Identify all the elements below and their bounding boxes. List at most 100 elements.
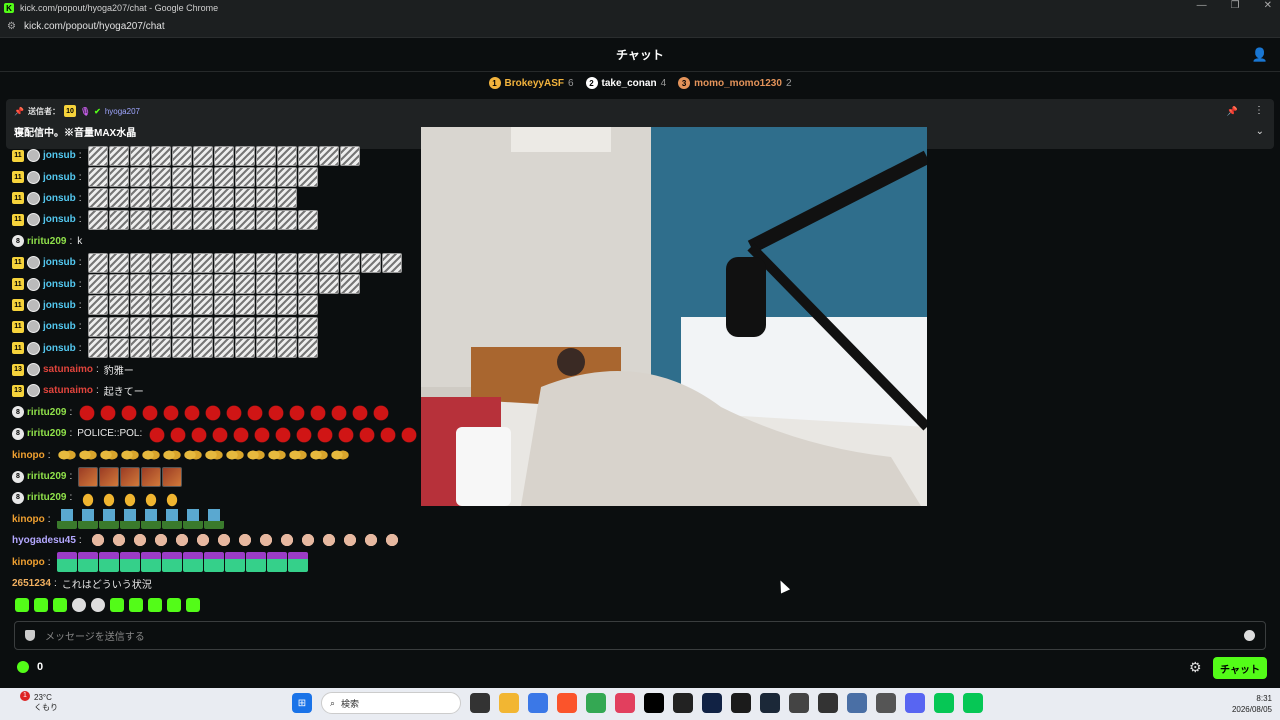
face-emote-icon[interactable] <box>150 338 171 359</box>
face-emote-icon[interactable] <box>297 145 318 166</box>
face-emote-icon[interactable] <box>339 252 360 273</box>
restore-icon[interactable]: ❐ <box>1231 0 1240 11</box>
emote-icon[interactable] <box>34 598 48 612</box>
face-emote-icon[interactable] <box>171 188 192 209</box>
chat-message[interactable]: kinopo: <box>12 444 432 466</box>
chat-message[interactable]: 11 jonsub: <box>12 188 432 209</box>
brick-emote-icon[interactable] <box>120 466 141 487</box>
apple-emote-icon[interactable] <box>246 402 267 423</box>
kick-emote-icon[interactable] <box>203 552 224 573</box>
discord-icon[interactable] <box>905 693 925 713</box>
face-emote-icon[interactable] <box>87 167 108 188</box>
chat-message[interactable]: 8 riritu209: <box>12 402 432 423</box>
chat-username[interactable]: hyogadesu45 <box>12 535 76 546</box>
kick-emote-icon[interactable] <box>56 552 77 573</box>
croc-emote-icon[interactable] <box>182 509 203 530</box>
face-emote-icon[interactable] <box>234 338 255 359</box>
face-emote-icon[interactable] <box>213 252 234 273</box>
face-emote-icon[interactable] <box>276 209 297 230</box>
apple-emote-icon[interactable] <box>274 423 295 444</box>
face-emote-icon[interactable] <box>213 209 234 230</box>
butter-emote-icon[interactable] <box>287 445 308 466</box>
face-emote-icon[interactable] <box>150 145 171 166</box>
face-emote-icon[interactable] <box>255 316 276 337</box>
apple-emote-icon[interactable] <box>211 423 232 444</box>
chat-username[interactable]: 2651234 <box>12 578 51 589</box>
butter-emote-icon[interactable] <box>245 445 266 466</box>
finger-emote-icon[interactable] <box>141 487 162 508</box>
face-emote-icon[interactable] <box>192 145 213 166</box>
face-emote-icon[interactable] <box>150 274 171 295</box>
kick-emote-icon[interactable] <box>182 552 203 573</box>
croc-emote-icon[interactable] <box>56 509 77 530</box>
face-emote-icon[interactable] <box>318 252 339 273</box>
bald-emote-icon[interactable] <box>318 530 339 551</box>
apple-emote-icon[interactable] <box>330 402 351 423</box>
app-icon[interactable] <box>731 693 751 713</box>
face-emote-icon[interactable] <box>108 295 129 316</box>
butter-emote-icon[interactable] <box>77 445 98 466</box>
finger-emote-icon[interactable] <box>78 487 99 508</box>
stream-video-overlay[interactable] <box>421 127 927 506</box>
bald-emote-icon[interactable] <box>129 530 150 551</box>
face-emote-icon[interactable] <box>192 167 213 188</box>
bald-emote-icon[interactable] <box>150 530 171 551</box>
butter-emote-icon[interactable] <box>203 445 224 466</box>
face-emote-icon[interactable] <box>213 338 234 359</box>
bald-emote-icon[interactable] <box>171 530 192 551</box>
kick-emote-icon[interactable] <box>266 552 287 573</box>
chat-message[interactable]: 11 jonsub: <box>12 295 432 316</box>
face-emote-icon[interactable] <box>297 338 318 359</box>
chat-username[interactable]: jonsub <box>43 279 76 290</box>
chat-username[interactable]: jonsub <box>43 214 76 225</box>
croc-emote-icon[interactable] <box>119 509 140 530</box>
butter-emote-icon[interactable] <box>98 445 119 466</box>
emote-icon[interactable] <box>110 598 124 612</box>
apple-emote-icon[interactable] <box>295 423 316 444</box>
butter-emote-icon[interactable] <box>56 445 77 466</box>
kick-emote-icon[interactable] <box>224 552 245 573</box>
bald-emote-icon[interactable] <box>381 530 402 551</box>
apple-emote-icon[interactable] <box>183 402 204 423</box>
face-emote-icon[interactable] <box>213 167 234 188</box>
obs-icon[interactable] <box>818 693 838 713</box>
face-emote-icon[interactable] <box>255 209 276 230</box>
apple-emote-icon[interactable] <box>204 402 225 423</box>
face-emote-icon[interactable] <box>276 167 297 188</box>
face-emote-icon[interactable] <box>234 316 255 337</box>
face-emote-icon[interactable] <box>255 295 276 316</box>
face-emote-icon[interactable] <box>297 274 318 295</box>
steam-icon[interactable] <box>760 693 780 713</box>
face-emote-icon[interactable] <box>255 252 276 273</box>
face-emote-icon[interactable] <box>87 274 108 295</box>
chat-username[interactable]: riritu209 <box>27 428 66 439</box>
file-explorer-icon[interactable] <box>499 693 519 713</box>
face-emote-icon[interactable] <box>234 145 255 166</box>
face-emote-icon[interactable] <box>381 252 402 273</box>
butter-emote-icon[interactable] <box>224 445 245 466</box>
apple-emote-icon[interactable] <box>162 402 183 423</box>
face-emote-icon[interactable] <box>108 338 129 359</box>
face-emote-icon[interactable] <box>171 209 192 230</box>
face-emote-icon[interactable] <box>108 316 129 337</box>
chat-message[interactable]: 13 satunaimo: 起きてー <box>12 380 432 401</box>
face-emote-icon[interactable] <box>276 274 297 295</box>
kick-emote-icon[interactable] <box>77 552 98 573</box>
emote-icon[interactable] <box>72 598 86 612</box>
face-emote-icon[interactable] <box>297 295 318 316</box>
apple-emote-icon[interactable] <box>288 402 309 423</box>
taskbar-search[interactable]: ⌕ 検索 <box>321 692 461 714</box>
face-emote-icon[interactable] <box>276 338 297 359</box>
finger-emote-icon[interactable] <box>120 487 141 508</box>
face-emote-icon[interactable] <box>129 274 150 295</box>
bald-emote-icon[interactable] <box>192 530 213 551</box>
kick-emote-icon[interactable] <box>140 552 161 573</box>
chat-username[interactable]: jonsub <box>43 300 76 311</box>
apple-emote-icon[interactable] <box>99 402 120 423</box>
kick-emote-icon[interactable] <box>245 552 266 573</box>
apple-emote-icon[interactable] <box>351 402 372 423</box>
face-emote-icon[interactable] <box>318 274 339 295</box>
finger-emote-icon[interactable] <box>99 487 120 508</box>
face-emote-icon[interactable] <box>129 252 150 273</box>
site-settings-icon[interactable]: ⚙ <box>7 21 16 32</box>
